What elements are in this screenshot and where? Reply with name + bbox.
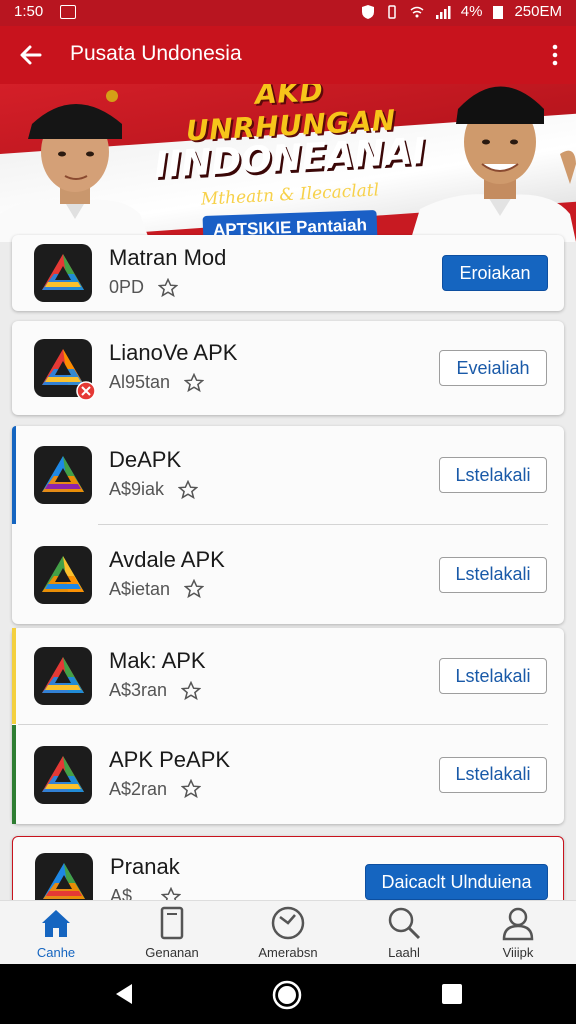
clock-icon bbox=[271, 906, 305, 940]
home-circle-icon[interactable] bbox=[272, 980, 302, 1010]
app-icon bbox=[34, 446, 92, 504]
app-row[interactable]: Avdale APK A$ietan Lstelakali bbox=[12, 525, 564, 624]
notification-icon bbox=[60, 5, 76, 19]
star-icon[interactable] bbox=[181, 680, 202, 701]
star-icon[interactable] bbox=[181, 779, 202, 799]
app-icon bbox=[34, 244, 92, 302]
error-badge-icon bbox=[76, 381, 96, 401]
system-navigation-bar bbox=[0, 964, 576, 1024]
status-icons: 4% 250EM bbox=[361, 3, 562, 20]
app-name: Pranak bbox=[110, 854, 180, 879]
star-icon[interactable] bbox=[184, 579, 205, 599]
home-icon bbox=[42, 910, 70, 937]
app-meta: A$2ran bbox=[109, 778, 202, 800]
app-name: DeAPK bbox=[109, 447, 182, 472]
app-name: Matran Mod bbox=[109, 245, 227, 270]
app-meta: A$3ran bbox=[109, 680, 202, 701]
download-button[interactable]: Eroiakan bbox=[442, 255, 548, 291]
tablet-icon bbox=[160, 906, 184, 940]
install-button[interactable]: Lstelakali bbox=[439, 556, 547, 593]
back-triangle-icon[interactable] bbox=[112, 982, 136, 1006]
nav-item-profile[interactable]: Viiipk bbox=[468, 901, 568, 965]
banner-headline: AKD UNRHUNGAN IINDONEANAI Mtheatn & Ilec… bbox=[150, 84, 430, 242]
app-meta: A$ietan bbox=[109, 578, 205, 600]
app-icon bbox=[34, 545, 92, 604]
app-card: LianoVe APK Al95tan Eveialiah bbox=[12, 321, 564, 415]
app-meta-text: A$ietan bbox=[109, 578, 171, 599]
nav-item-home[interactable]: Canhe bbox=[6, 901, 106, 965]
nav-item-games[interactable]: Genanan bbox=[122, 901, 222, 965]
promo-banner[interactable]: AKD UNRHUNGAN IINDONEANAI Mtheatn & Ilec… bbox=[0, 84, 576, 242]
wifi-icon bbox=[410, 6, 424, 17]
app-meta-text: A$9iak bbox=[109, 479, 165, 499]
person-left-image bbox=[0, 90, 150, 242]
app-meta-text: 0PD bbox=[109, 277, 145, 297]
recents-square-icon[interactable] bbox=[440, 982, 464, 1006]
app-name: Mak: APK bbox=[109, 648, 206, 673]
app-meta: Al95tan bbox=[109, 372, 205, 393]
app-meta: 0PD bbox=[109, 277, 179, 298]
app-row[interactable]: DeAPK A$9iak Lstelakali bbox=[12, 426, 564, 524]
star-icon[interactable] bbox=[178, 479, 199, 500]
app-row[interactable]: Mak: APK A$3ran Lstelakali bbox=[12, 628, 564, 724]
star-icon[interactable] bbox=[158, 277, 179, 298]
install-button[interactable]: Eveialiah bbox=[439, 350, 547, 386]
search-icon bbox=[388, 907, 421, 940]
app-icon bbox=[34, 745, 92, 804]
bottom-navigation: Canhe Genanan Amerabsn Laahl Viiipk bbox=[0, 900, 576, 965]
app-meta: A$9iak bbox=[109, 479, 199, 500]
app-name: LianoVe APK bbox=[109, 340, 238, 365]
star-icon[interactable] bbox=[184, 372, 205, 393]
signal-icon bbox=[435, 5, 451, 19]
install-button[interactable]: Lstelakali bbox=[439, 457, 547, 493]
app-meta-text: A$2ran bbox=[109, 778, 168, 799]
app-card: Mak: APK A$3ran Lstelakali APK PeAPK A$2… bbox=[12, 628, 564, 824]
app-meta-text: Al95tan bbox=[109, 372, 171, 392]
app-row[interactable]: LianoVe APK Al95tan Eveialiah bbox=[12, 321, 564, 415]
app-card: Matran Mod 0PD Eroiakan bbox=[12, 235, 564, 311]
back-arrow-icon[interactable] bbox=[16, 40, 46, 70]
app-meta-text: A$3ran bbox=[109, 680, 168, 700]
battery-icon bbox=[493, 5, 504, 19]
app-icon bbox=[34, 339, 96, 401]
app-name: Avdale APK bbox=[109, 546, 225, 572]
vibrate-icon bbox=[388, 4, 396, 19]
nav-item-search[interactable]: Laahl bbox=[354, 901, 454, 965]
more-vert-icon[interactable] bbox=[550, 40, 560, 70]
page-title: Pusata Undonesia bbox=[70, 42, 242, 65]
status-clock-right: 250EM bbox=[514, 3, 562, 20]
shield-icon bbox=[361, 4, 374, 19]
person-right-image bbox=[410, 86, 576, 242]
app-bar: Pusata Undonesia bbox=[0, 26, 576, 84]
app-row[interactable]: APK PeAPK A$2ran Lstelakali bbox=[12, 725, 564, 824]
install-button[interactable]: Lstelakali bbox=[439, 756, 547, 793]
app-icon bbox=[34, 647, 92, 705]
person-icon bbox=[502, 907, 534, 941]
download-button[interactable]: Daicaclt Ulnduiena bbox=[365, 864, 548, 900]
status-bar: 1:50 4% 250EM bbox=[0, 0, 576, 26]
app-name: APK PeAPK bbox=[109, 746, 231, 772]
nav-item-history[interactable]: Amerabsn bbox=[238, 901, 338, 965]
app-card: DeAPK A$9iak Lstelakali Avdale APK A$iet… bbox=[12, 426, 564, 624]
install-button[interactable]: Lstelakali bbox=[439, 658, 547, 694]
battery-percent: 4% bbox=[460, 3, 483, 20]
status-time: 1:50 bbox=[14, 3, 44, 20]
app-row[interactable]: Matran Mod 0PD Eroiakan bbox=[12, 235, 564, 311]
